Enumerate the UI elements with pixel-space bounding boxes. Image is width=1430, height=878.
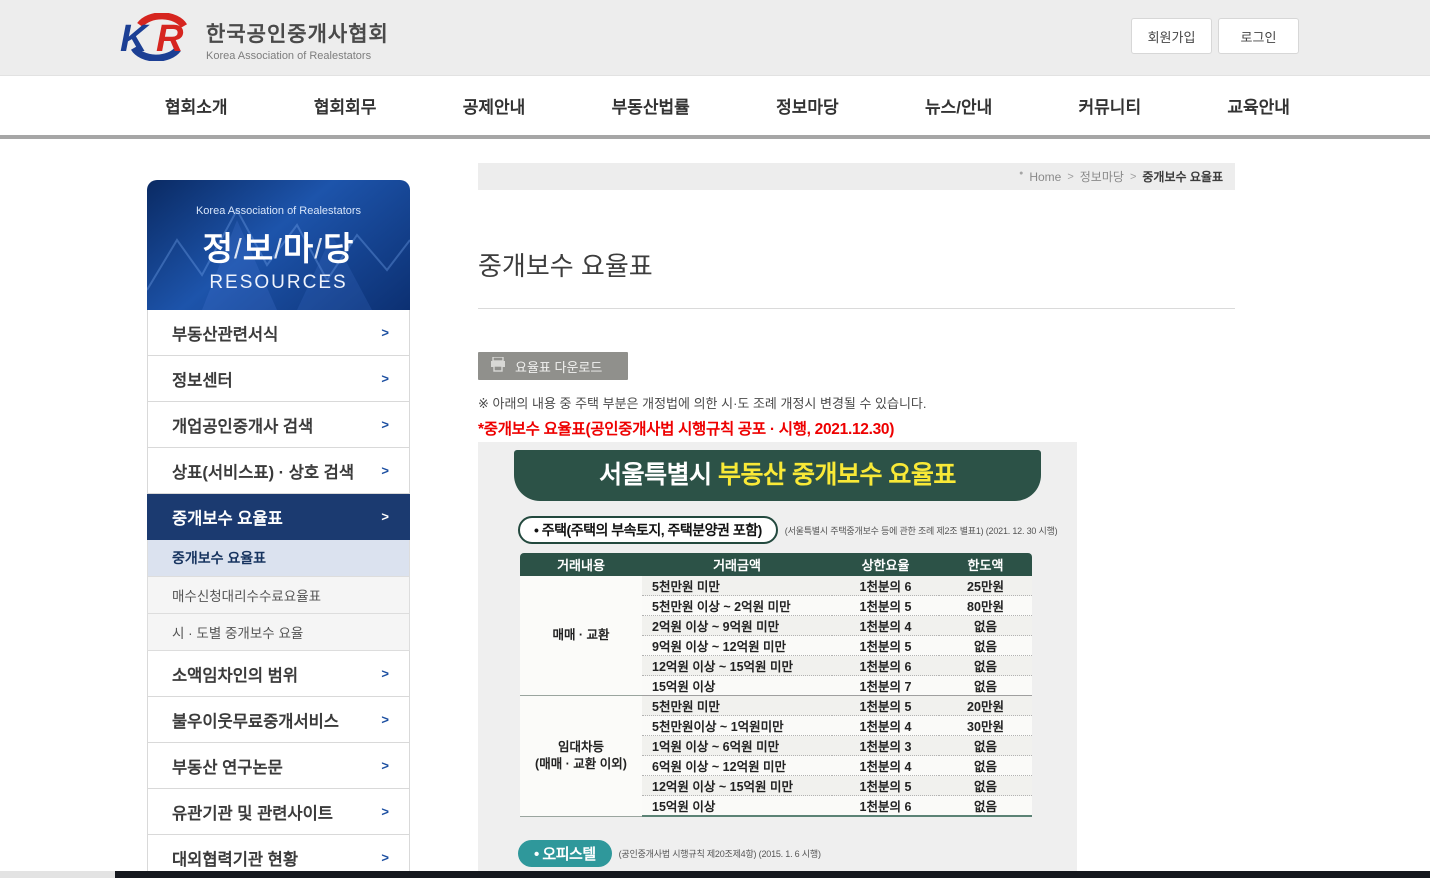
breadcrumb-separator-icon: > bbox=[1129, 170, 1137, 183]
site-subtitle: Korea Association of Realestators bbox=[206, 49, 372, 62]
poster-title-banner: 서울특별시 부동산 중개보수 요율표 bbox=[514, 450, 1041, 501]
sidebar: Korea Association of Realestators 정/보/마/… bbox=[147, 180, 410, 878]
sidebar-item-related-sites[interactable]: 유관기관 및 관련사이트 > bbox=[147, 789, 410, 835]
nav-item-community[interactable]: 커뮤니티 bbox=[1079, 93, 1142, 118]
svg-text:K: K bbox=[120, 18, 150, 60]
logo[interactable]: K R 한국공인중개사협회 Korea Association of Reale… bbox=[120, 12, 389, 66]
sidebar-banner-subtitle: RESOURCES bbox=[209, 272, 348, 293]
svg-text:R: R bbox=[156, 18, 184, 60]
fee-table-image: 서울특별시 부동산 중개보수 요율표 • 주택(주택의 부속토지, 주택분양권 … bbox=[478, 442, 1077, 878]
footer-edge-left bbox=[0, 871, 115, 878]
chevron-right-icon: > bbox=[381, 850, 389, 865]
breadcrumb-separator-icon: > bbox=[1067, 170, 1074, 183]
title-divider bbox=[478, 308, 1235, 309]
sidebar-subitem-regional-fee[interactable]: 시 · 도별 중개보수 요율 bbox=[147, 614, 410, 651]
deal-type-cell: 매매 · 교환 bbox=[520, 576, 642, 696]
sidebar-item-forms[interactable]: 부동산관련서식 > bbox=[147, 310, 410, 356]
chevron-right-icon: > bbox=[381, 712, 389, 727]
nav-item-news[interactable]: 뉴스/안내 bbox=[925, 93, 992, 118]
red-revision-note: *중개보수 요율표(공인중개사법 시행규칙 공포 · 시행, 2021.12.3… bbox=[478, 421, 895, 438]
chevron-right-icon: > bbox=[381, 804, 389, 819]
sidebar-banner: Korea Association of Realestators 정/보/마/… bbox=[147, 180, 410, 310]
housing-pill: • 주택(주택의 부속토지, 주택분양권 포함) bbox=[518, 516, 778, 544]
page-title: 중개보수 요율표 bbox=[478, 251, 653, 281]
sidebar-subitem-purchase-agency-fee[interactable]: 매수신청대리수수료요율표 bbox=[147, 577, 410, 614]
officetel-section-label: • 오피스텔 (공인중개사법 시행규칙 제20조제4항) (2015. 1. 6… bbox=[518, 840, 1077, 867]
sidebar-menu: 부동산관련서식 > 정보센터 > 개업공인중개사 검색 > 상표(서비스표) · 상호… bbox=[147, 310, 410, 878]
deal-type-cell: 임대차등 (매매 · 교환 이외) bbox=[520, 696, 642, 817]
printer-icon bbox=[490, 356, 506, 375]
table-row: 매매 · 교환 5천만원 미만 1천분의 6 25만원 bbox=[520, 576, 1032, 696]
housing-law-note: (서울특별시 주택중개보수 등에 관한 조례 제2조 별표1) (2021. 1… bbox=[784, 525, 1058, 536]
kar-logo-icon: K R bbox=[120, 12, 196, 66]
login-button[interactable]: 로그인 bbox=[1218, 18, 1299, 54]
breadcrumb-current: 중개보수 요율표 bbox=[1142, 170, 1223, 184]
breadcrumb-resources[interactable]: 정보마당 bbox=[1080, 168, 1124, 185]
notice-text: ※ 아래의 내용 중 주택 부분은 개정법에 의한 시·도 조례 개정시 변경될… bbox=[478, 396, 927, 411]
sidebar-subitem-fee-table[interactable]: 중개보수 요율표 bbox=[147, 540, 410, 577]
chevron-right-icon: > bbox=[381, 463, 389, 478]
housing-fee-table: 거래내용 거래금액 상한요율 한도액 매매 · 교환 5천만원 미만 1천분의 … bbox=[520, 553, 1032, 817]
chevron-right-icon: > bbox=[381, 371, 389, 386]
nav-item-association-affairs[interactable]: 협회회무 bbox=[314, 93, 377, 118]
header-buttons: 회원가입 로그인 bbox=[1131, 18, 1299, 54]
chevron-right-icon: > bbox=[381, 325, 389, 340]
housing-section-label: • 주택(주택의 부속토지, 주택분양권 포함) (서울특별시 주택중개보수 등… bbox=[518, 516, 1077, 544]
nav-item-association-intro[interactable]: 협회소개 bbox=[165, 93, 228, 118]
table-row: 임대차등 (매매 · 교환 이외) 5천만원 미만 1천분의 5 20만원 bbox=[520, 696, 1032, 817]
officetel-pill: • 오피스텔 bbox=[518, 840, 612, 867]
nav-item-resources[interactable]: 정보마당 bbox=[776, 93, 839, 118]
sidebar-item-small-tenant[interactable]: 소액임차인의 범위 > bbox=[147, 651, 410, 697]
site-title: 한국공인중개사협회 bbox=[206, 22, 389, 46]
sidebar-item-agent-search[interactable]: 개업공인중개사 검색 > bbox=[147, 402, 410, 448]
breadcrumb: ● Home > 정보마당 > 중개보수 요율표 bbox=[478, 163, 1235, 190]
chevron-right-icon: > bbox=[381, 417, 389, 432]
sidebar-item-trademark-search[interactable]: 상표(서비스표) · 상호 검색 > bbox=[147, 448, 410, 494]
sidebar-item-research-papers[interactable]: 부동산 연구논문 > bbox=[147, 743, 410, 789]
sidebar-item-free-brokerage[interactable]: 불우이웃무료중개서비스 > bbox=[147, 697, 410, 743]
sidebar-item-fee-table[interactable]: 중개보수 요율표 > bbox=[147, 494, 410, 540]
main-content: ● Home > 정보마당 > 중개보수 요율표 중개보수 요율표 요율표 다운… bbox=[478, 163, 1235, 878]
officetel-law-note: (공인중개사법 시행규칙 제20조제4항) (2015. 1. 6 시행) bbox=[618, 849, 821, 859]
sidebar-banner-title: 정/보/마/당 bbox=[202, 230, 355, 267]
site-header: K R 한국공인중개사협회 Korea Association of Reale… bbox=[0, 0, 1430, 76]
nav-item-mutual-aid[interactable]: 공제안내 bbox=[463, 93, 526, 118]
chevron-right-icon: > bbox=[381, 758, 389, 773]
breadcrumb-home[interactable]: Home bbox=[1029, 170, 1061, 184]
chevron-right-icon: > bbox=[381, 509, 389, 524]
sidebar-banner-small: Korea Association of Realestators bbox=[195, 205, 362, 217]
signup-button[interactable]: 회원가입 bbox=[1131, 18, 1212, 54]
nav-item-education[interactable]: 교육안내 bbox=[1227, 93, 1290, 118]
download-rate-table-button[interactable]: 요율표 다운로드 bbox=[478, 352, 628, 380]
chevron-right-icon: > bbox=[381, 666, 389, 681]
sidebar-item-info-center[interactable]: 정보센터 > bbox=[147, 356, 410, 402]
footer-edge bbox=[115, 871, 1430, 878]
housing-table-header: 거래내용 거래금액 상한요율 한도액 bbox=[520, 553, 1032, 576]
breadcrumb-bullet-icon: ● bbox=[1019, 170, 1024, 177]
global-nav: 협회소개 협회회무 공제안내 부동산법률 정보마당 뉴스/안내 커뮤니티 교육안… bbox=[0, 76, 1430, 139]
nav-item-realestate-law[interactable]: 부동산법률 bbox=[612, 93, 690, 118]
